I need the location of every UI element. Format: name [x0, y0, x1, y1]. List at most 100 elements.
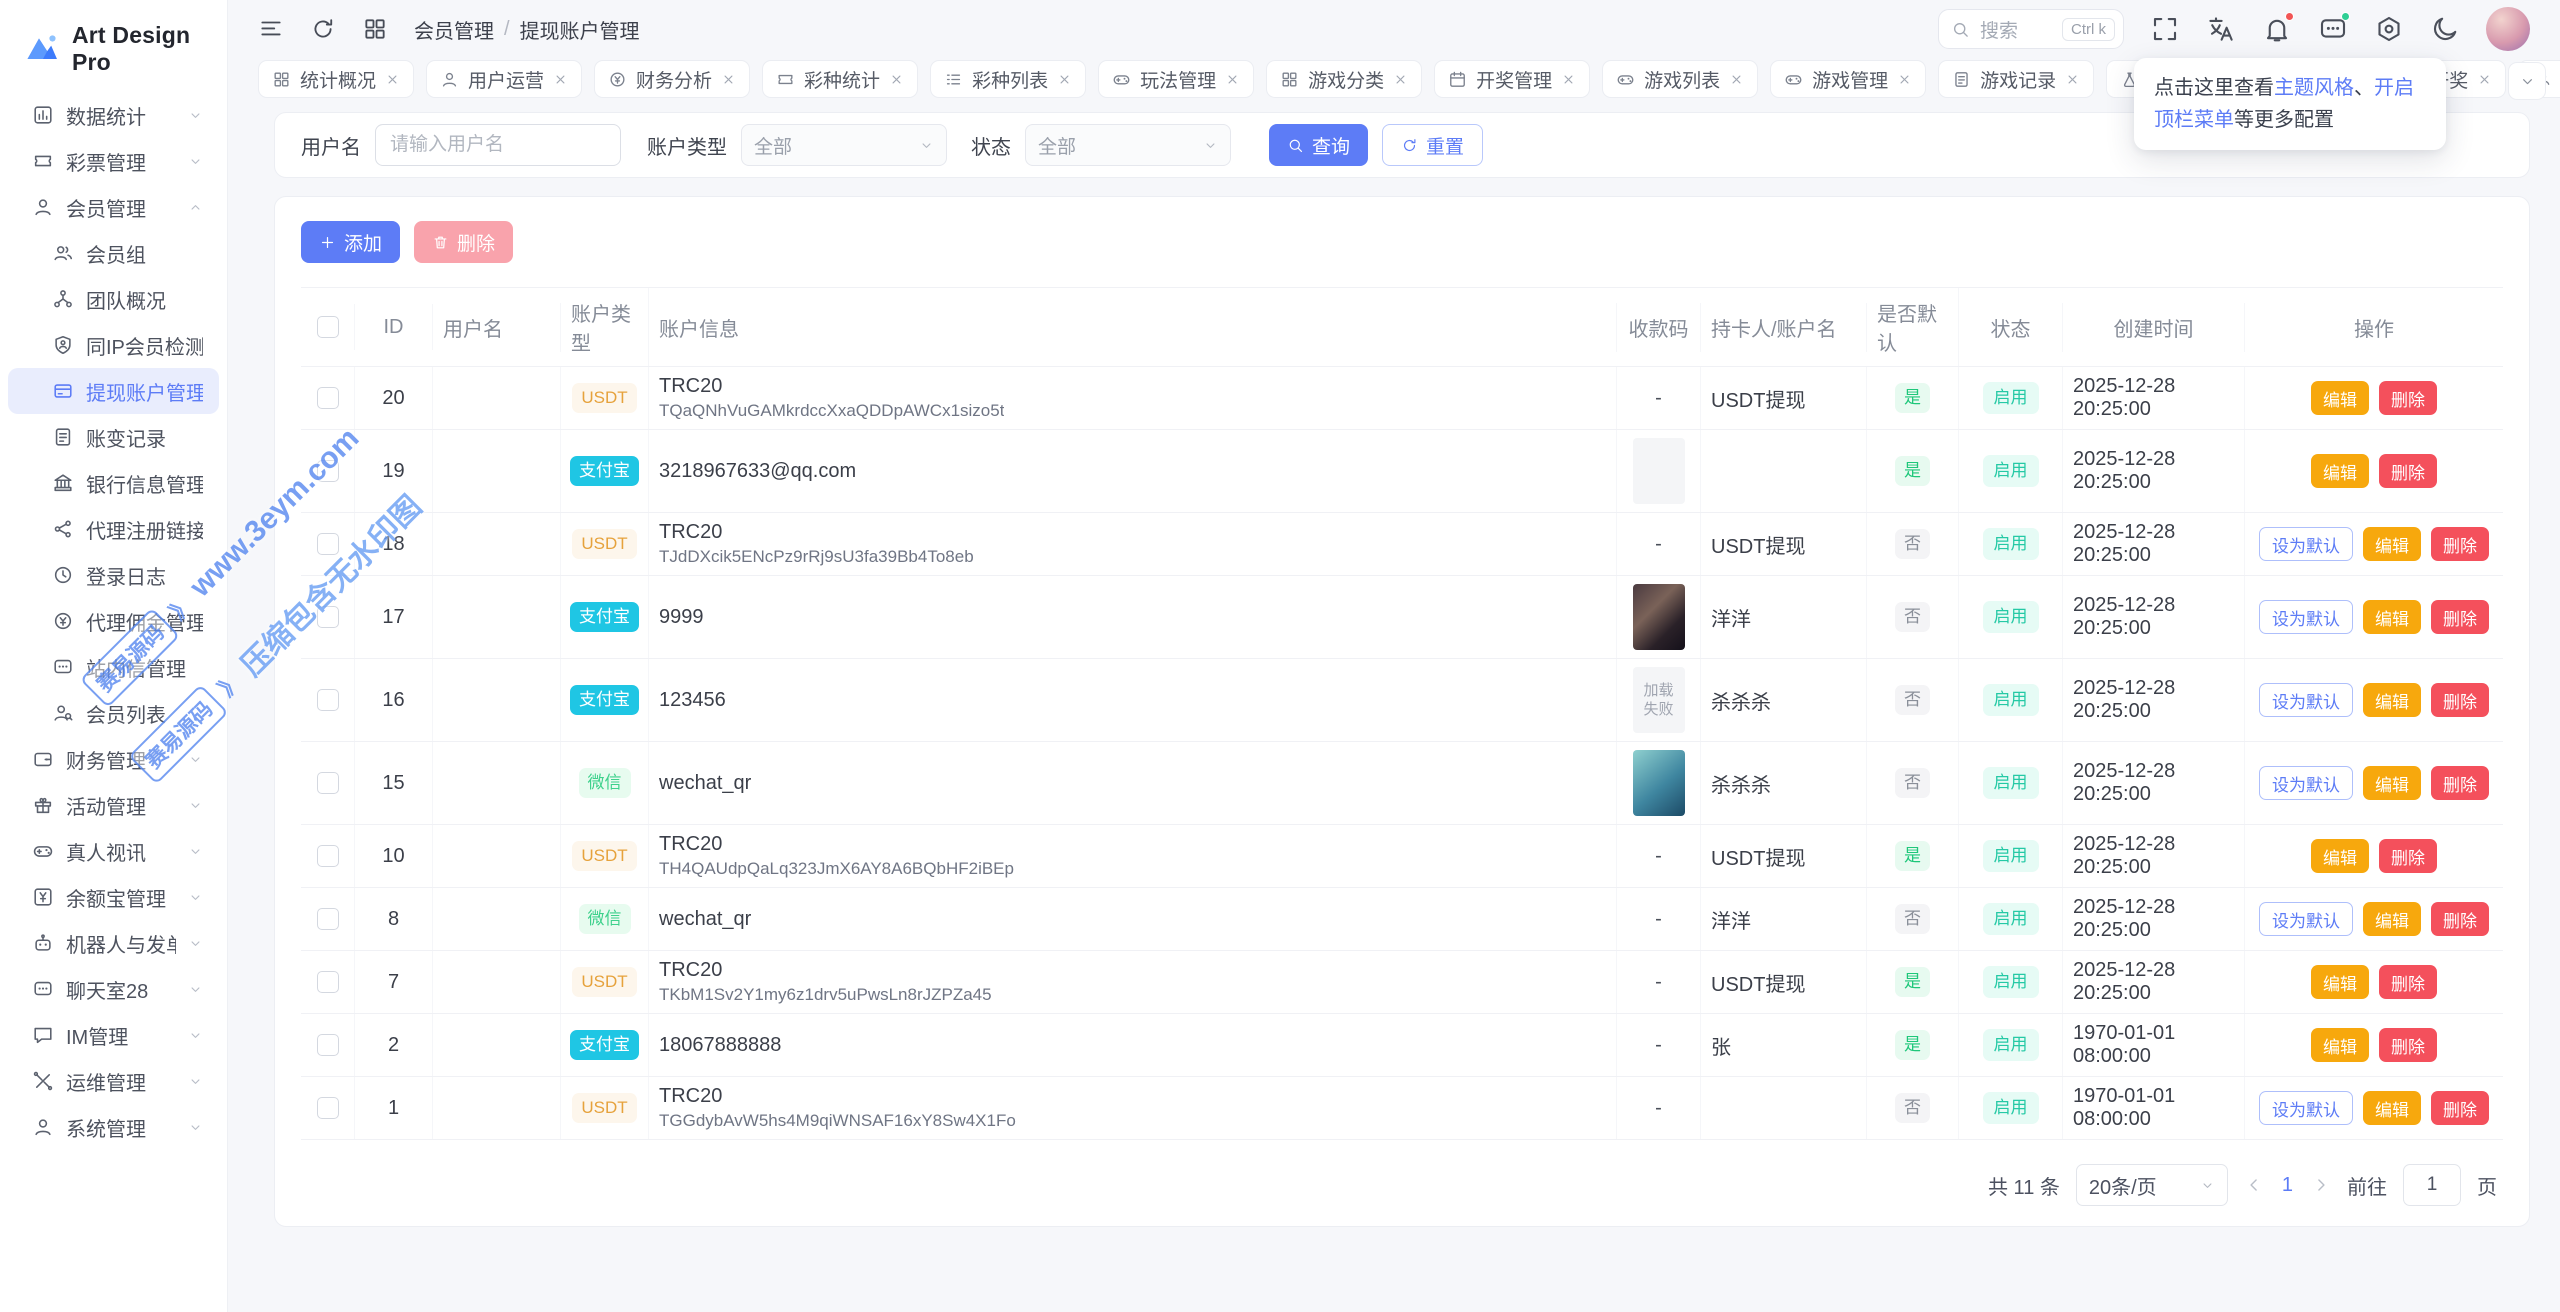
page-size-select[interactable]: 20条/页	[2076, 1164, 2228, 1206]
current-page[interactable]: 1	[2280, 1174, 2295, 1197]
tab-统计概况[interactable]: 统计概况	[258, 60, 414, 98]
sidebar-item-聊天室28[interactable]: 聊天室28	[8, 966, 219, 1012]
qr-image[interactable]	[1633, 750, 1685, 816]
delete-button[interactable]: 删除	[2431, 1091, 2489, 1125]
sidebar-item-提现账户管理[interactable]: 提现账户管理	[8, 368, 219, 414]
sidebar-item-数据统计[interactable]: 数据统计	[8, 92, 219, 138]
delete-button[interactable]: 删除	[2379, 839, 2437, 873]
row-checkbox[interactable]	[317, 971, 339, 993]
sidebar-item-会员组[interactable]: 会员组	[8, 230, 219, 276]
edit-button[interactable]: 编辑	[2363, 600, 2421, 634]
language-icon[interactable]	[2206, 14, 2236, 44]
sidebar-item-登录日志[interactable]: 登录日志	[8, 552, 219, 598]
messages-button[interactable]	[2318, 14, 2348, 44]
sidebar-item-彩票管理[interactable]: 彩票管理	[8, 138, 219, 184]
row-checkbox[interactable]	[317, 533, 339, 555]
select-all-checkbox[interactable]	[317, 316, 339, 338]
set-default-button[interactable]: 设为默认	[2259, 766, 2353, 800]
set-default-button[interactable]: 设为默认	[2259, 600, 2353, 634]
sidebar-item-财务管理[interactable]: 财务管理	[8, 736, 219, 782]
delete-button[interactable]: 删除	[414, 221, 513, 263]
delete-button[interactable]: 删除	[2431, 683, 2489, 717]
delete-button[interactable]: 删除	[2379, 454, 2437, 488]
settings-icon[interactable]	[2374, 14, 2404, 44]
tab-开奖管理[interactable]: 开奖管理	[1434, 60, 1590, 98]
delete-button[interactable]: 删除	[2431, 902, 2489, 936]
sidebar-item-真人视讯[interactable]: 真人视讯	[8, 828, 219, 874]
refresh-icon[interactable]	[310, 16, 336, 42]
edit-button[interactable]: 编辑	[2363, 527, 2421, 561]
delete-button[interactable]: 删除	[2379, 965, 2437, 999]
tooltip-theme-link[interactable]: 主题风格	[2274, 77, 2354, 99]
edit-button[interactable]: 编辑	[2311, 839, 2369, 873]
tab-游戏管理[interactable]: 游戏管理	[1770, 60, 1926, 98]
tab-财务分析[interactable]: 财务分析	[594, 60, 750, 98]
tab-玩法管理[interactable]: 玩法管理	[1098, 60, 1254, 98]
row-checkbox[interactable]	[317, 606, 339, 628]
sidebar-item-代理注册链接[interactable]: 代理注册链接	[8, 506, 219, 552]
set-default-button[interactable]: 设为默认	[2259, 902, 2353, 936]
sidebar-item-会员列表[interactable]: 会员列表	[8, 690, 219, 736]
delete-button[interactable]: 删除	[2379, 381, 2437, 415]
sidebar-item-IM管理[interactable]: IM管理	[8, 1012, 219, 1058]
delete-button[interactable]: 删除	[2431, 527, 2489, 561]
delete-button[interactable]: 删除	[2379, 1028, 2437, 1062]
qr-image-blank[interactable]	[1633, 438, 1685, 504]
row-checkbox[interactable]	[317, 460, 339, 482]
sidebar-item-站内信管理[interactable]: 站内信管理	[8, 644, 219, 690]
account-type-select[interactable]: 全部	[741, 124, 947, 166]
sidebar-item-会员管理[interactable]: 会员管理	[8, 184, 219, 230]
row-checkbox[interactable]	[317, 845, 339, 867]
notifications-button[interactable]	[2262, 14, 2292, 44]
goto-page-input[interactable]	[2403, 1164, 2461, 1206]
collapse-menu-icon[interactable]	[258, 16, 284, 42]
sidebar-item-同IP会员检测[interactable]: 同IP会员检测	[8, 322, 219, 368]
apps-grid-icon[interactable]	[362, 16, 388, 42]
add-button[interactable]: 添加	[301, 221, 400, 263]
sidebar-item-系统管理[interactable]: 系统管理	[8, 1104, 219, 1150]
row-checkbox[interactable]	[317, 908, 339, 930]
sidebar-item-代理佣金管理[interactable]: 代理佣金管理	[8, 598, 219, 644]
sidebar-item-活动管理[interactable]: 活动管理	[8, 782, 219, 828]
tab-游戏分类[interactable]: 游戏分类	[1266, 60, 1422, 98]
sidebar-item-运维管理[interactable]: 运维管理	[8, 1058, 219, 1104]
sidebar-item-账变记录[interactable]: 账变记录	[8, 414, 219, 460]
sidebar-item-机器人与发单[interactable]: 机器人与发单	[8, 920, 219, 966]
set-default-button[interactable]: 设为默认	[2259, 527, 2353, 561]
user-avatar[interactable]	[2486, 7, 2530, 51]
status-select[interactable]: 全部	[1025, 124, 1231, 166]
search-button[interactable]: 查询	[1269, 124, 1368, 166]
dark-mode-icon[interactable]	[2430, 14, 2460, 44]
delete-button[interactable]: 删除	[2431, 766, 2489, 800]
row-checkbox[interactable]	[317, 772, 339, 794]
edit-button[interactable]: 编辑	[2363, 1091, 2421, 1125]
row-checkbox[interactable]	[317, 387, 339, 409]
tab-游戏记录[interactable]: 游戏记录	[1938, 60, 2094, 98]
row-checkbox[interactable]	[317, 1034, 339, 1056]
edit-button[interactable]: 编辑	[2363, 683, 2421, 717]
qr-image[interactable]	[1633, 584, 1685, 650]
edit-button[interactable]: 编辑	[2363, 766, 2421, 800]
sidebar-item-团队概况[interactable]: 团队概况	[8, 276, 219, 322]
prev-page-button[interactable]	[2244, 1175, 2264, 1195]
global-search[interactable]: 搜索 Ctrl k	[1938, 9, 2124, 49]
sidebar-item-余额宝管理[interactable]: 余额宝管理	[8, 874, 219, 920]
sidebar-item-银行信息管理[interactable]: 银行信息管理	[8, 460, 219, 506]
set-default-button[interactable]: 设为默认	[2259, 683, 2353, 717]
tab-彩种列表[interactable]: 彩种列表	[930, 60, 1086, 98]
edit-button[interactable]: 编辑	[2311, 965, 2369, 999]
username-input[interactable]	[375, 124, 621, 166]
edit-button[interactable]: 编辑	[2311, 1028, 2369, 1062]
row-checkbox[interactable]	[317, 1097, 339, 1119]
row-checkbox[interactable]	[317, 689, 339, 711]
delete-button[interactable]: 删除	[2431, 600, 2489, 634]
tab-用户运营[interactable]: 用户运营	[426, 60, 582, 98]
tab-彩种统计[interactable]: 彩种统计	[762, 60, 918, 98]
tab-overflow-button[interactable]	[2508, 62, 2546, 100]
fullscreen-icon[interactable]	[2150, 14, 2180, 44]
edit-button[interactable]: 编辑	[2363, 902, 2421, 936]
edit-button[interactable]: 编辑	[2311, 381, 2369, 415]
breadcrumb-section[interactable]: 会员管理	[414, 15, 494, 44]
next-page-button[interactable]	[2311, 1175, 2331, 1195]
reset-button[interactable]: 重置	[1382, 124, 1483, 166]
